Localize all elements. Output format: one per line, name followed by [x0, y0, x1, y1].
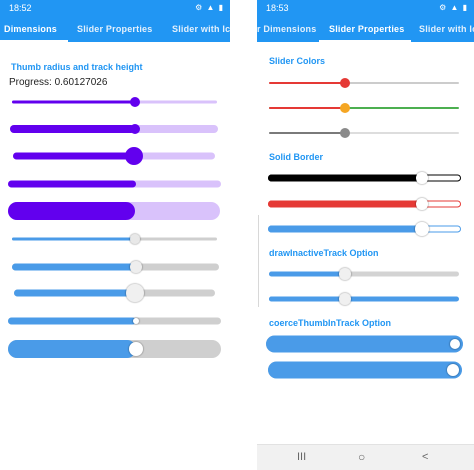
navigation-bar: III ○ < [257, 444, 474, 470]
inactive-slider-1[interactable] [269, 264, 459, 284]
tab-indicator [319, 40, 411, 42]
tab-slider-properties[interactable]: Slider Properties [77, 24, 152, 34]
section-heading: Thumb radius and track height [11, 62, 143, 72]
slider-thumb[interactable] [340, 78, 350, 88]
color-slider-orange[interactable] [269, 98, 459, 118]
tab-bar: r Dimensions Slider Properties Slider wi… [257, 16, 474, 42]
slider-active-track [8, 317, 136, 325]
slider-thumb[interactable] [339, 293, 351, 305]
slider-active-track [13, 152, 134, 160]
status-time: 18:52 [9, 3, 32, 13]
slider-thumb[interactable] [450, 339, 460, 349]
coerce-slider-1[interactable] [266, 334, 463, 354]
slider-thumb[interactable] [126, 284, 144, 302]
section-heading-coerce: coerceThumbInTrack Option [269, 318, 392, 328]
purple-slider-2[interactable] [10, 119, 218, 139]
purple-slider-1[interactable] [12, 92, 217, 112]
slider-active-track [8, 340, 136, 358]
slider-active-track [14, 289, 135, 297]
coerce-slider-2[interactable] [268, 360, 462, 380]
slider-thumb[interactable] [133, 318, 139, 324]
slider-active-track [12, 100, 135, 104]
home-button[interactable]: ○ [358, 450, 365, 464]
tab-dimensions[interactable]: r Dimensions [257, 24, 316, 34]
blue-slider-3[interactable] [14, 283, 215, 303]
screen-slider-properties: 18:53 ⚙ ▲ ▮ r Dimensions Slider Properti… [257, 0, 474, 470]
slider-active-track [12, 237, 135, 241]
border-slider-black[interactable] [268, 168, 461, 188]
inactive-slider-2[interactable] [269, 289, 459, 309]
color-slider-red[interactable] [269, 73, 459, 93]
recents-button[interactable]: III [297, 451, 306, 463]
slider-thumb[interactable] [415, 222, 429, 236]
screen-edge [258, 215, 259, 307]
status-bar: 18:52 ⚙ ▲ ▮ [0, 0, 230, 16]
color-slider-grey[interactable] [269, 123, 459, 143]
slider-thumb[interactable] [340, 103, 350, 113]
slider-active-track [8, 180, 136, 188]
status-icons: ⚙ ▲ ▮ [439, 3, 468, 12]
tab-slider-properties[interactable]: Slider Properties [329, 24, 404, 34]
slider-thumb[interactable] [340, 128, 350, 138]
slider-thumb[interactable] [130, 124, 140, 134]
border-slider-blue[interactable] [268, 219, 461, 239]
slider-thumb[interactable] [447, 364, 459, 376]
slider-thumb[interactable] [130, 97, 140, 107]
slider-active-track [8, 202, 135, 220]
slider-thumb[interactable] [416, 198, 428, 210]
status-icons: ⚙ ▲ ▮ [195, 3, 224, 12]
tab-bar: Dimensions Slider Properties Slider with… [0, 16, 230, 42]
slider-active-track [268, 225, 422, 233]
tab-dimensions[interactable]: Dimensions [4, 24, 57, 34]
blue-slider-1[interactable] [12, 229, 217, 249]
slider-active-track [268, 361, 462, 379]
section-heading-inactive: drawInactiveTrack Option [269, 248, 379, 258]
slider-active-track [269, 132, 345, 134]
screen-dimensions: 18:52 ⚙ ▲ ▮ Dimensions Slider Properties… [0, 0, 230, 470]
blue-slider-5[interactable] [8, 339, 221, 359]
slider-active-track [12, 263, 136, 271]
slider-thumb[interactable] [130, 261, 142, 273]
screen-gap [230, 0, 257, 470]
slider-active-track [268, 174, 422, 182]
slider-thumb[interactable] [416, 172, 428, 184]
blue-slider-2[interactable] [12, 257, 219, 277]
purple-slider-4[interactable] [8, 174, 221, 194]
back-button[interactable]: < [422, 451, 428, 463]
progress-label: Progress: 0.60127026 [9, 77, 108, 88]
purple-slider-3[interactable] [13, 146, 215, 166]
slider-thumb[interactable] [125, 147, 143, 165]
slider-thumb[interactable] [130, 234, 140, 244]
slider-active-track [269, 107, 345, 109]
status-time: 18:53 [266, 3, 289, 13]
section-heading-colors: Slider Colors [269, 56, 326, 66]
section-heading-border: Solid Border [269, 152, 324, 162]
slider-thumb[interactable] [339, 268, 351, 280]
slider-active-track [269, 296, 345, 302]
purple-slider-5[interactable] [8, 201, 220, 221]
slider-active-track [269, 271, 345, 277]
border-slider-red[interactable] [268, 194, 461, 214]
slider-active-track [269, 82, 345, 84]
blue-slider-4[interactable] [8, 311, 221, 331]
slider-active-track [10, 125, 135, 133]
tab-indicator [0, 40, 68, 42]
tab-slider-with-icon[interactable]: Slider with Ic [419, 24, 474, 34]
slider-active-track [268, 200, 422, 208]
tab-slider-with-icon[interactable]: Slider with Ic [172, 24, 230, 34]
slider-thumb[interactable] [129, 342, 143, 356]
slider-active-track [266, 335, 463, 353]
status-bar: 18:53 ⚙ ▲ ▮ [257, 0, 474, 16]
